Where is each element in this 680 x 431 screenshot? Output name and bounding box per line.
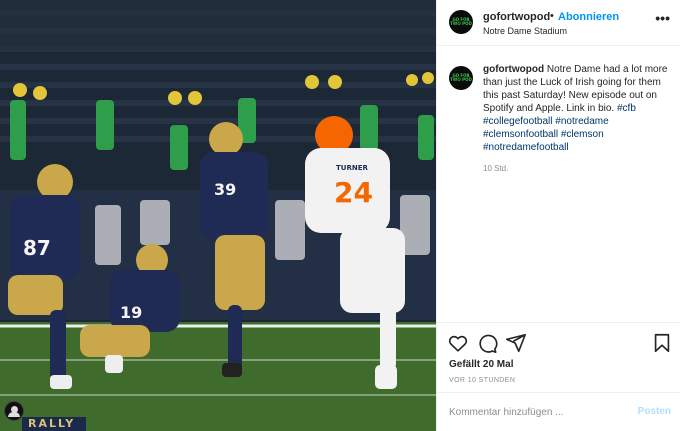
- tagged-user-icon[interactable]: [4, 401, 24, 421]
- header-username[interactable]: gofortwopod: [483, 11, 550, 23]
- post-age: VOR 10 STUNDEN: [449, 377, 516, 384]
- location-link[interactable]: Notre Dame Stadium: [483, 26, 567, 36]
- hashtag-link[interactable]: #clemson: [561, 129, 604, 140]
- avatar[interactable]: GO FOR TWO POD: [449, 10, 473, 34]
- jersey-number-19: 19: [120, 303, 142, 322]
- comment-icon[interactable]: [476, 332, 498, 354]
- header-separator: •: [550, 10, 554, 22]
- jersey-number-39: 39: [214, 180, 236, 199]
- post-photo[interactable]: 87 19 39 TURNER 24 RALLY: [0, 0, 436, 431]
- rally-banner: RALLY: [22, 417, 86, 431]
- caption-avatar-logo-text: GO FOR TWO POD: [450, 73, 472, 82]
- caption-avatar[interactable]: GO FOR TWO POD: [449, 66, 473, 90]
- comment-input[interactable]: [449, 403, 629, 421]
- caption-section: GO FOR TWO POD gofortwopod Notre Dame ha…: [437, 46, 680, 321]
- hashtag-link[interactable]: #collegefootball: [483, 116, 553, 127]
- more-icon[interactable]: •••: [655, 10, 670, 26]
- action-bar: Gefällt 20 Mal VOR 10 STUNDEN: [437, 322, 680, 392]
- bookmark-icon[interactable]: [651, 332, 673, 354]
- football-scene: 87 19 39 TURNER 24: [0, 0, 436, 431]
- hashtag-link[interactable]: #clemsonfootball: [483, 129, 558, 140]
- post-panel: GO FOR TWO POD gofortwopod • Abonnieren …: [436, 0, 680, 431]
- post-comment-button[interactable]: Posten: [638, 406, 671, 417]
- jersey-number-87: 87: [23, 236, 51, 260]
- post-header: GO FOR TWO POD gofortwopod • Abonnieren …: [437, 0, 680, 46]
- hashtag-link[interactable]: #notredamefootball: [483, 142, 569, 153]
- caption-time: 10 Std.: [483, 164, 509, 173]
- hashtag-link[interactable]: #cfb: [617, 103, 636, 114]
- caption-username[interactable]: gofortwopod: [483, 64, 544, 75]
- share-icon[interactable]: [505, 332, 527, 354]
- avatar-logo-text: GO FOR TWO POD: [450, 17, 472, 26]
- jersey-number-24: 24: [334, 176, 373, 209]
- caption-text: gofortwopod Notre Dame had a lot more th…: [483, 63, 673, 154]
- like-count[interactable]: Gefällt 20 Mal: [449, 359, 513, 370]
- hashtag-link[interactable]: #notredame: [555, 116, 608, 127]
- comment-bar: Posten: [437, 392, 680, 431]
- follow-button[interactable]: Abonnieren: [558, 11, 619, 23]
- heart-icon[interactable]: [447, 332, 469, 354]
- defender-name: TURNER: [336, 164, 368, 172]
